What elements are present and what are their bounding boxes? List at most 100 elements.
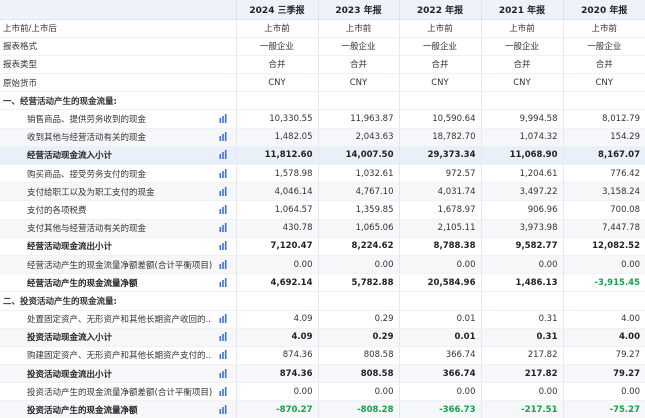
value-cell: 9,582.77 (481, 237, 564, 256)
value-cell: 0.00 (236, 255, 319, 275)
value-cell: 8,012.79 (563, 109, 645, 129)
bar-chart-icon[interactable] (219, 223, 228, 233)
bar-chart-icon[interactable] (219, 368, 228, 378)
chart-button-cell[interactable] (212, 364, 237, 384)
value-cell: 776.42 (563, 164, 645, 184)
chart-button-cell[interactable] (212, 400, 237, 418)
bar-chart-icon[interactable] (219, 114, 228, 124)
bar-chart-icon[interactable] (219, 150, 228, 160)
row-label: 投资活动产生的现金流量净额 (0, 400, 212, 418)
value-cell: CNY (318, 73, 400, 93)
header-label-cell (0, 0, 212, 20)
value-cell: 0.31 (481, 328, 564, 347)
chart-button-cell[interactable] (212, 200, 237, 220)
bar-chart-icon[interactable] (219, 168, 228, 178)
value-cell: 7,120.47 (236, 237, 319, 256)
value-cell: 一般企业 (563, 37, 645, 56)
value-cell: 上市前 (481, 19, 564, 38)
chart-button-cell[interactable] (212, 382, 237, 402)
table-row: 购建固定资产、无形资产和其他长期资产支付的... 874.36 808.58 366.… (0, 346, 645, 366)
value-cell (399, 291, 482, 311)
value-cell: 4.09 (236, 310, 319, 329)
cash-flow-table: 2024 三季报 2023 年报 2022 年报 2021 年报 2020 年报… (0, 0, 645, 418)
value-cell: 2,043.63 (318, 128, 400, 147)
table-body: 上市前/上市后 上市前 上市前 上市前 上市前 上市前 报表格式 一般企业 一般企业 一般企业 一般… (0, 19, 645, 418)
column-header[interactable]: 2022 年报 (399, 0, 482, 20)
chart-button-cell[interactable] (212, 219, 237, 238)
total-row: 经营活动现金流出小计 7,120.47 8,224.62 8,788.38 9,582.… (0, 237, 645, 256)
value-cell: 0.00 (399, 382, 482, 402)
row-label: 投资活动现金流入小计 (0, 328, 212, 347)
value-cell: 上市前 (318, 19, 400, 38)
value-cell: 7,447.78 (563, 219, 645, 238)
chart-button-cell[interactable] (212, 273, 237, 293)
value-cell: CNY (399, 73, 482, 93)
meta-row: 原始货币 CNY CNY CNY CNY CNY (0, 73, 645, 93)
table-row: 支付的各项税费 1,064.57 1,359.85 1,678.97 906.96 700… (0, 200, 645, 220)
value-cell: 4.00 (563, 328, 645, 347)
value-cell: 0.29 (318, 328, 400, 347)
row-label: 原始货币 (0, 73, 212, 93)
value-cell: 上市前 (236, 19, 319, 38)
value-cell: 4,031.74 (399, 182, 482, 202)
value-cell: 366.74 (399, 346, 482, 366)
row-label: 处置固定资产、无形资产和其他长期资产收回的... (0, 310, 212, 329)
bar-chart-icon[interactable] (219, 386, 228, 396)
chart-button-cell[interactable] (212, 328, 237, 347)
row-label: 支付的各项税费 (0, 200, 212, 220)
bar-chart-icon[interactable] (219, 314, 228, 324)
column-header[interactable]: 2023 年报 (318, 0, 400, 20)
value-cell: 0.00 (318, 255, 400, 275)
row-label: 一、经营活动产生的现金流量: (0, 91, 212, 111)
bar-chart-icon[interactable] (219, 241, 228, 251)
column-header[interactable]: 2021 年报 (481, 0, 564, 20)
row-label: 上市前/上市后 (0, 19, 212, 38)
value-cell: 808.58 (318, 364, 400, 384)
row-label: 购买商品、接受劳务支付的现金 (0, 164, 212, 184)
chart-button-cell[interactable] (212, 255, 237, 275)
value-cell: 2,105.11 (399, 219, 482, 238)
chart-button-cell[interactable] (212, 310, 237, 329)
chart-button-cell[interactable] (212, 109, 237, 129)
value-cell (236, 291, 319, 311)
bar-chart-icon[interactable] (219, 277, 228, 287)
bar-chart-icon[interactable] (219, 405, 228, 415)
value-cell: -3,915.45 (563, 273, 645, 293)
chart-button-cell[interactable] (212, 128, 237, 147)
value-cell (236, 91, 319, 111)
value-cell: 9,994.58 (481, 109, 564, 129)
chart-button-cell[interactable] (212, 146, 237, 166)
value-cell: 一般企业 (236, 37, 319, 56)
table-row: 收到其他与经营活动有关的现金 1,482.05 2,043.63 18,782.70 1… (0, 128, 645, 147)
total-row: 经营活动产生的现金流量净额 4,692.14 5,782.88 20,584.96 1,… (0, 273, 645, 293)
table-row: 销售商品、提供劳务收到的现金 10,330.55 11,963.87 10,590.6… (0, 109, 645, 129)
chart-button-cell (212, 37, 237, 56)
bar-chart-icon[interactable] (219, 186, 228, 196)
bar-chart-icon[interactable] (219, 132, 228, 142)
value-cell (563, 291, 645, 311)
chart-button-cell (212, 55, 237, 75)
value-cell: 4,692.14 (236, 273, 319, 293)
chart-button-cell[interactable] (212, 164, 237, 184)
column-header[interactable]: 2020 年报 (563, 0, 645, 20)
chart-button-cell[interactable] (212, 237, 237, 256)
bar-chart-icon[interactable] (219, 259, 228, 269)
value-cell: 1,486.13 (481, 273, 564, 293)
value-cell: 上市前 (399, 19, 482, 38)
value-cell: 0.31 (481, 310, 564, 329)
value-cell: 154.29 (563, 128, 645, 147)
value-cell: 1,065.06 (318, 219, 400, 238)
value-cell: 808.58 (318, 346, 400, 366)
chart-button-cell[interactable] (212, 346, 237, 366)
meta-row: 上市前/上市后 上市前 上市前 上市前 上市前 上市前 (0, 19, 645, 38)
value-cell: 0.00 (318, 382, 400, 402)
bar-chart-icon[interactable] (219, 332, 228, 342)
value-cell: 8,224.62 (318, 237, 400, 256)
table-row: 处置固定资产、无形资产和其他长期资产收回的... 4.09 0.29 0.01 0.31… (0, 310, 645, 329)
bar-chart-icon[interactable] (219, 204, 228, 214)
column-header[interactable]: 2024 三季报 (236, 0, 319, 20)
bar-chart-icon[interactable] (219, 350, 228, 360)
value-cell: 4,767.10 (318, 182, 400, 202)
row-label: 二、投资活动产生的现金流量: (0, 291, 212, 311)
chart-button-cell[interactable] (212, 182, 237, 202)
